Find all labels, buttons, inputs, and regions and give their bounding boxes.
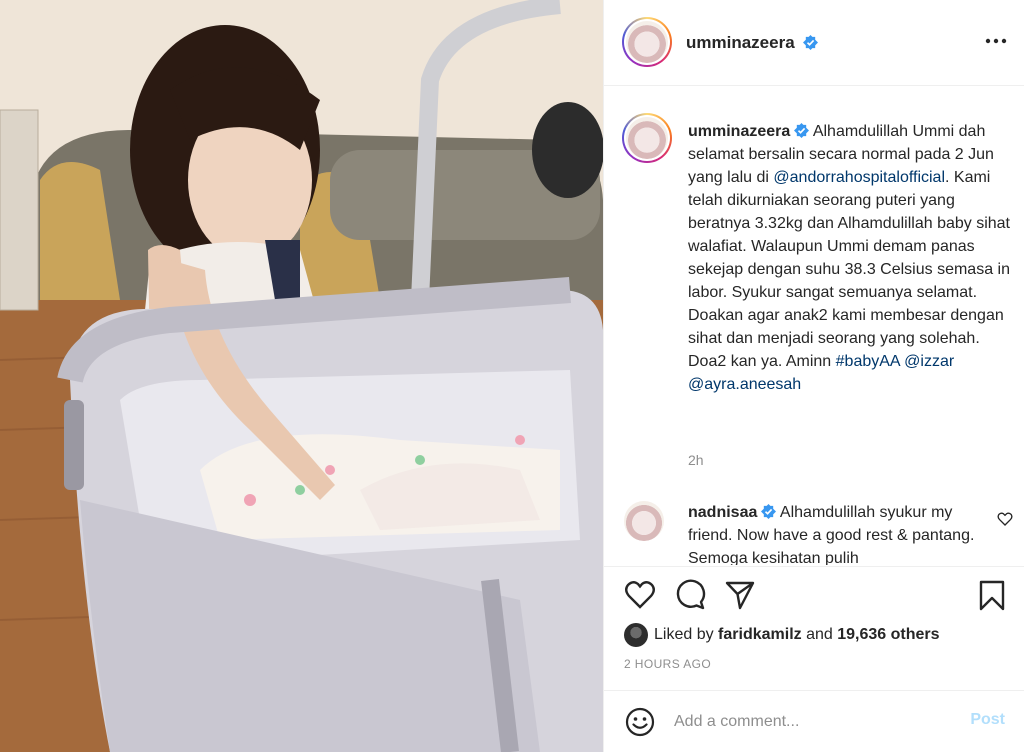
caption-text-2: . Kami telah dikurniakan seorang puteri … (688, 169, 1010, 370)
comment-input[interactable] (674, 709, 944, 735)
emoji-icon[interactable] (624, 706, 656, 738)
post-header: umminazeera (604, 0, 1024, 86)
caption-timestamp[interactable]: 2h (688, 452, 704, 468)
comment-icon[interactable] (674, 579, 706, 611)
post-caption: umminazeera Alhamdulillah Ummi dah selam… (688, 120, 1012, 396)
share-icon[interactable] (724, 579, 756, 611)
add-comment-bar: Post (604, 690, 1024, 752)
photo-illustration (0, 0, 603, 752)
mention-link-2[interactable]: @ayra.aneesah (688, 376, 801, 393)
more-options-icon[interactable] (985, 36, 1007, 46)
author-avatar-ring[interactable] (622, 17, 672, 67)
commenter-username[interactable]: nadnisaa (688, 504, 757, 521)
likes-count[interactable]: 19,636 others (837, 626, 939, 644)
post-actions: Liked by faridkamilz and 19,636 others 2… (604, 566, 1024, 696)
post-photo[interactable] (0, 0, 603, 752)
caption-author[interactable]: umminazeera (688, 123, 790, 140)
avatar (626, 117, 668, 159)
commenter-avatar[interactable] (624, 501, 664, 541)
hashtag-link[interactable]: #babyAA (836, 353, 900, 370)
header-author: umminazeera (686, 33, 819, 53)
likes-prefix: Liked by (654, 626, 714, 643)
likes-joiner: and (806, 626, 833, 643)
mention-link-1[interactable]: @izzar (904, 353, 954, 370)
likes-summary: Liked by faridkamilz and 19,636 others (624, 622, 940, 648)
liker-avatar[interactable] (624, 623, 648, 647)
comment-item: nadnisaa Alhamdulillah syukur my friend.… (688, 501, 988, 565)
verified-badge-icon (761, 504, 777, 519)
mention-hospital-link[interactable]: @andorrahospitalofficial (773, 169, 945, 186)
avatar (626, 21, 668, 63)
author-username[interactable]: umminazeera (686, 33, 795, 52)
post-comment-button[interactable]: Post (970, 711, 1005, 729)
comment-like-heart-icon[interactable] (997, 511, 1013, 527)
post-side-panel: umminazeera umminazeera Alhamdulillah Um… (603, 0, 1024, 752)
comments-list[interactable]: umminazeera Alhamdulillah Ummi dah selam… (604, 87, 1024, 565)
instagram-post-view: umminazeera umminazeera Alhamdulillah Um… (0, 0, 1024, 752)
verified-badge-icon (803, 35, 819, 50)
caption-avatar-ring[interactable] (622, 113, 672, 163)
verified-badge-icon (794, 123, 810, 138)
bookmark-icon[interactable] (976, 579, 1008, 611)
post-time-ago[interactable]: 2 HOURS AGO (624, 657, 711, 671)
liker-username[interactable]: faridkamilz (718, 626, 802, 644)
heart-icon[interactable] (624, 579, 656, 611)
